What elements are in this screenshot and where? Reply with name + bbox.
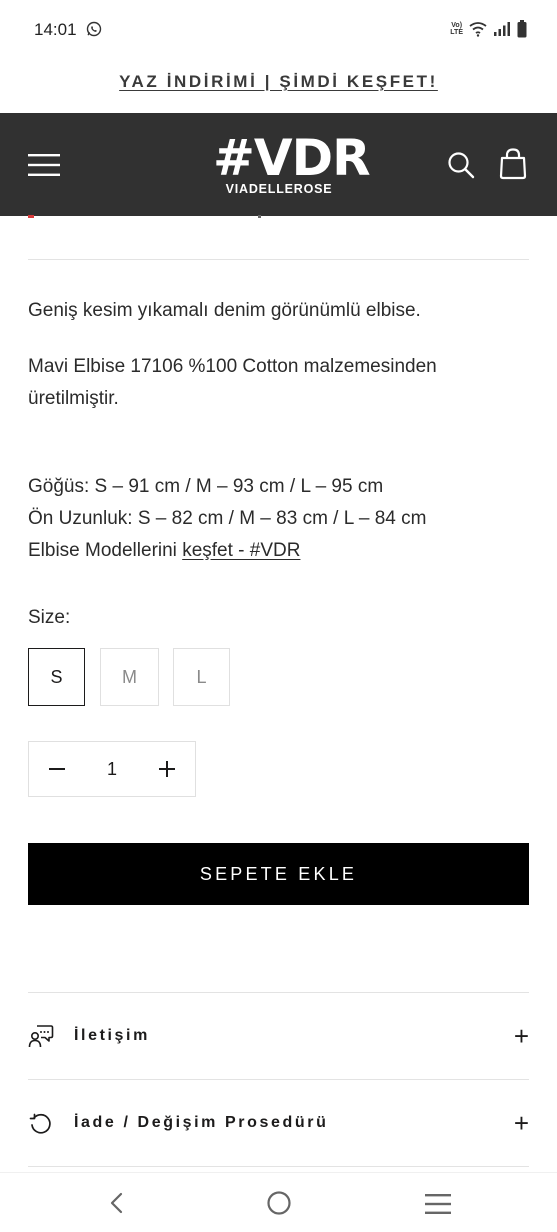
explore-models-link[interactable]: keşfet - #VDR <box>182 540 300 561</box>
size-option-m[interactable]: M <box>100 648 159 706</box>
volte-bottom-label: LTE <box>450 29 463 36</box>
accordion-divider <box>28 1166 529 1167</box>
front-length-measurement: Ön Uzunluk: S – 82 cm / M – 83 cm / L – … <box>28 508 427 529</box>
accordion-contact-label: İletişim <box>74 1027 150 1044</box>
status-icons: Vo) LTE <box>450 20 527 38</box>
clipped-price-remnant <box>28 210 328 218</box>
quantity-increase-button[interactable] <box>139 742 195 796</box>
logo-sub-text: VIADELLEROSE <box>225 182 333 196</box>
size-option-l[interactable]: L <box>173 648 230 706</box>
accordion-contact-toggle-icon[interactable]: + <box>514 1023 529 1049</box>
quantity-stepper: 1 <box>28 741 196 797</box>
product-measurements: Göğüs: S – 91 cm / M – 93 cm / L – 95 cm… <box>28 471 529 567</box>
accordion-return-label: İade / Değişim Prosedürü <box>74 1114 329 1131</box>
logo-main-text: #VDR <box>213 129 371 187</box>
product-material: Mavi Elbise 17106 %100 Cotton malzemesin… <box>28 356 437 409</box>
volte-icon: Vo) LTE <box>450 22 463 36</box>
chest-measurement: Göğüs: S – 91 cm / M – 93 cm / L – 95 cm <box>28 476 384 497</box>
size-option-s[interactable]: S <box>28 648 85 706</box>
accordion-contact[interactable]: İletişim + <box>28 993 529 1079</box>
volte-top-label: Vo) <box>451 22 463 29</box>
size-label: Size: <box>28 607 71 628</box>
status-time: 14:01 <box>34 20 77 39</box>
accordion-return-policy[interactable]: İade / Değişim Prosedürü + <box>28 1080 529 1166</box>
back-icon[interactable] <box>106 1191 130 1215</box>
quantity-decrease-button[interactable] <box>29 742 85 796</box>
wifi-icon <box>469 22 487 37</box>
status-bar: 14:01 Vo) LTE <box>0 0 557 60</box>
battery-icon <box>517 20 527 38</box>
plus-icon <box>159 761 175 777</box>
minus-icon <box>49 768 65 770</box>
chat-bubbles-icon <box>28 1025 54 1048</box>
home-icon[interactable] <box>266 1190 292 1216</box>
hamburger-menu-icon[interactable] <box>28 153 60 177</box>
add-to-cart-button[interactable]: SEPETE EKLE <box>28 843 529 905</box>
promo-link[interactable]: YAZ İNDİRİMİ | ŞİMDİ KEŞFET! <box>119 72 438 92</box>
return-arrow-icon <box>29 1113 51 1134</box>
shopping-bag-icon[interactable] <box>499 148 527 180</box>
promo-banner: YAZ İNDİRİMİ | ŞİMDİ KEŞFET! <box>0 60 557 113</box>
brand-logo[interactable]: #VDR VIADELLEROSE <box>213 129 371 196</box>
models-line: Elbise Modellerini keşfet - #VDR <box>28 535 529 567</box>
models-prefix: Elbise Modellerini <box>28 540 183 561</box>
quantity-value[interactable]: 1 <box>85 759 139 780</box>
signal-icon <box>494 22 510 36</box>
system-navigation-bar <box>0 1172 557 1232</box>
search-icon[interactable] <box>447 151 475 179</box>
section-divider <box>28 259 529 260</box>
product-description: Geniş kesim yıkamalı denim görünümlü elb… <box>28 300 421 321</box>
accordion-return-toggle-icon[interactable]: + <box>514 1110 529 1136</box>
recent-apps-icon[interactable] <box>425 1193 451 1215</box>
whatsapp-icon <box>86 21 102 37</box>
